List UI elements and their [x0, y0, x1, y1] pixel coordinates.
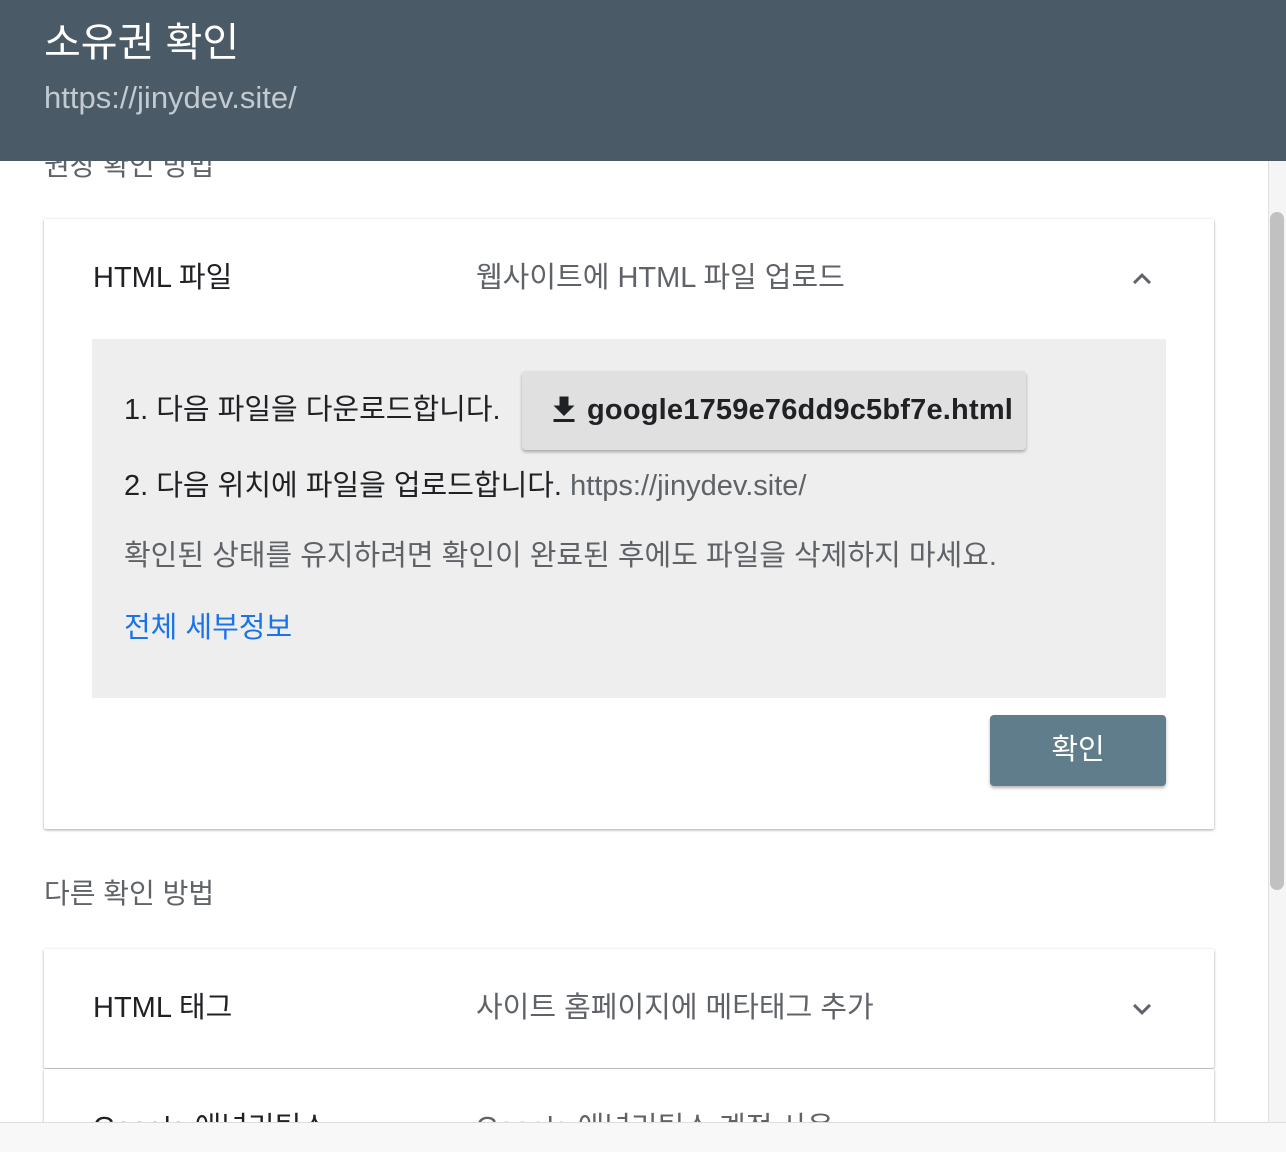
scrollbar-thumb[interactable]	[1270, 212, 1284, 890]
dialog-content: 권장 확인 방법 HTML 파일 웹사이트에 HTML 파일 업로드 1. 다음…	[0, 0, 1268, 1122]
step-2-instruction: 2. 다음 위치에 파일을 업로드합니다.	[124, 470, 562, 502]
html-tag-method-description: 사이트 홈페이지에 메타태그 추가	[476, 992, 874, 1024]
html-file-card-header[interactable]: HTML 파일 웹사이트에 HTML 파일 업로드	[44, 219, 1214, 339]
html-tag-card-header[interactable]: HTML 태그 사이트 홈페이지에 메타태그 추가	[44, 949, 1214, 1067]
google-analytics-card: Google 애널리틱스 Google 애널리틱스 계정 사용	[44, 1069, 1214, 1122]
google-analytics-method-name: Google 애널리틱스	[93, 1109, 328, 1122]
step-2-text: 2. 다음 위치에 파일을 업로드합니다. https://jinydev.si…	[124, 467, 806, 505]
google-analytics-card-header[interactable]: Google 애널리틱스 Google 애널리틱스 계정 사용	[44, 1069, 1214, 1122]
google-analytics-method-description: Google 애널리틱스 계정 사용	[476, 1109, 834, 1122]
chevron-up-icon[interactable]	[1124, 261, 1160, 297]
html-file-card: HTML 파일 웹사이트에 HTML 파일 업로드 1. 다음 파일을 다운로드…	[44, 219, 1214, 829]
step-2-url: https://jinydev.site/	[570, 470, 807, 502]
html-file-method-description: 웹사이트에 HTML 파일 업로드	[476, 262, 845, 294]
keep-file-note: 확인된 상태를 유지하려면 확인이 완료된 후에도 파일을 삭제하지 마세요.	[124, 540, 997, 572]
dialog-title: 소유권 확인	[44, 21, 240, 65]
other-methods-label: 다른 확인 방법	[44, 878, 215, 909]
verify-button[interactable]: 확인	[990, 715, 1166, 786]
step-1-text: 1. 다음 파일을 다운로드합니다.	[124, 394, 501, 426]
download-icon	[553, 396, 575, 422]
ownership-verification-dialog: 권장 확인 방법 HTML 파일 웹사이트에 HTML 파일 업로드 1. 다음…	[0, 0, 1286, 1152]
download-filename: google1759e76dd9c5bf7e.html	[587, 394, 1014, 426]
dialog-header: 소유권 확인 https://jinydev.site/	[0, 0, 1286, 161]
download-file-button[interactable]: google1759e76dd9c5bf7e.html	[522, 371, 1026, 450]
instructions-panel: 1. 다음 파일을 다운로드합니다. google1759e76dd9c5bf7…	[92, 339, 1166, 698]
full-details-link[interactable]: 전체 세부정보	[124, 609, 292, 647]
html-tag-card: HTML 태그 사이트 홈페이지에 메타태그 추가	[44, 949, 1214, 1068]
html-tag-method-name: HTML 태그	[93, 992, 233, 1024]
dialog-bottom-bar	[0, 1122, 1286, 1152]
chevron-down-icon[interactable]	[1124, 991, 1160, 1027]
chevron-down-icon[interactable]	[1124, 1111, 1160, 1122]
html-file-method-name: HTML 파일	[93, 262, 233, 294]
property-url: https://jinydev.site/	[44, 80, 297, 115]
